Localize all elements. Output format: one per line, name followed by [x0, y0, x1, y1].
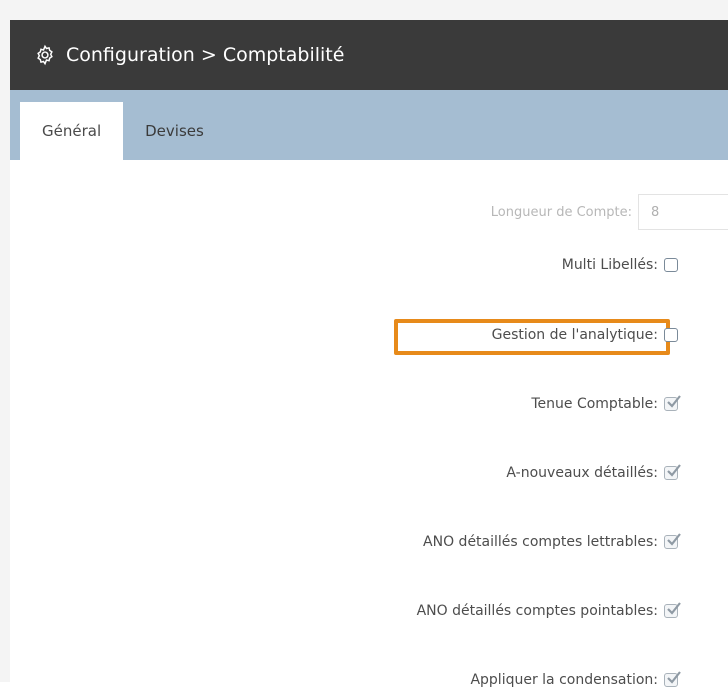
a-nouveaux-label: A-nouveaux détaillés: — [506, 465, 658, 481]
account-length-label: Longueur de Compte: — [490, 204, 632, 220]
condensation-label: Appliquer la condensation: — [470, 672, 658, 688]
multi-libelles-checkbox[interactable] — [664, 258, 678, 272]
tab-general-label: Général — [42, 122, 102, 140]
tab-bar: Général Devises — [10, 90, 728, 160]
multi-libelles-row: Multi Libellés: — [562, 257, 678, 273]
tenue-comptable-row: Tenue Comptable: — [531, 395, 681, 412]
configuration-panel: Configuration > Comptabilité Général Dev… — [10, 20, 728, 688]
checkmark-icon — [667, 602, 681, 615]
gestion-analytique-checkbox[interactable] — [664, 328, 678, 342]
top-gap — [0, 0, 728, 20]
left-gap — [0, 20, 10, 682]
condensation-row: Appliquer la condensation: — [470, 671, 681, 688]
header-bar: Configuration > Comptabilité — [10, 20, 728, 90]
account-length-input[interactable]: 8 — [638, 194, 728, 230]
page-title: Configuration > Comptabilité — [66, 44, 345, 66]
gear-icon — [37, 44, 53, 66]
multi-libelles-label: Multi Libellés: — [561, 257, 658, 273]
tab-general[interactable]: Général — [20, 102, 124, 160]
checkmark-icon — [667, 671, 681, 684]
checkmark-icon — [667, 395, 681, 408]
gestion-analytique-label: Gestion de l'analytique: — [491, 327, 658, 343]
ano-lettrables-checkbox[interactable] — [664, 533, 681, 549]
ano-lettrables-label: ANO détaillés comptes lettrables: — [423, 534, 658, 550]
gestion-analytique-row: Gestion de l'analytique: — [492, 327, 678, 343]
ano-pointables-checkbox[interactable] — [664, 602, 681, 618]
account-length-row: Longueur de Compte: 8 — [491, 194, 728, 230]
tenue-comptable-label: Tenue Comptable: — [531, 396, 658, 412]
ano-pointables-label: ANO détaillés comptes pointables: — [416, 603, 658, 619]
checkmark-icon — [667, 533, 681, 546]
tab-devises-label: Devises — [145, 122, 204, 140]
a-nouveaux-row: A-nouveaux détaillés: — [506, 464, 681, 481]
ano-lettrables-row: ANO détaillés comptes lettrables: — [423, 533, 681, 550]
ano-pointables-row: ANO détaillés comptes pointables: — [416, 602, 681, 619]
tenue-comptable-checkbox[interactable] — [664, 395, 681, 411]
condensation-checkbox[interactable] — [664, 671, 681, 687]
a-nouveaux-checkbox[interactable] — [664, 464, 681, 480]
tab-devises[interactable]: Devises — [123, 102, 226, 160]
account-length-value: 8 — [651, 204, 660, 220]
checkmark-icon — [667, 464, 681, 477]
